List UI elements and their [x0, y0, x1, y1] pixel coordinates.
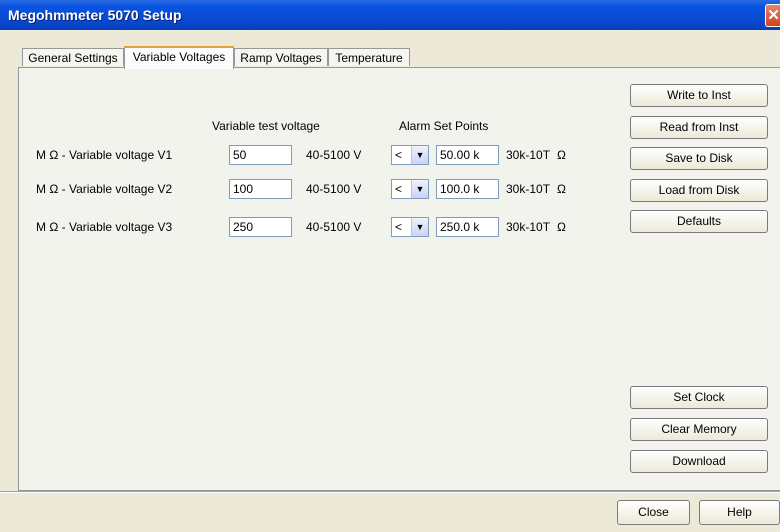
clear-memory-button[interactable]: Clear Memory	[630, 418, 768, 441]
alarm-input-v1[interactable]	[436, 145, 499, 165]
tab-variable-voltages[interactable]: Variable Voltages	[124, 46, 234, 69]
comparator-select-v1[interactable]: < ▼	[391, 145, 429, 165]
tab-general-settings[interactable]: General Settings	[22, 48, 124, 66]
read-from-inst-button[interactable]: Read from Inst	[630, 116, 768, 139]
row-label-v2: M Ω - Variable voltage V2	[36, 182, 173, 196]
comparator-select-v3[interactable]: < ▼	[391, 217, 429, 237]
load-from-disk-button[interactable]: Load from Disk	[630, 179, 768, 202]
chevron-down-icon[interactable]: ▼	[411, 218, 428, 236]
voltage-input-v3[interactable]	[229, 217, 292, 237]
alarm-set-points-header: Alarm Set Points	[399, 119, 489, 133]
comparator-value: <	[395, 182, 403, 196]
ohm-unit-v2: Ω	[557, 182, 566, 196]
write-to-inst-button[interactable]: Write to Inst	[630, 84, 768, 107]
close-button[interactable]: Close	[617, 500, 690, 525]
save-to-disk-button[interactable]: Save to Disk	[630, 147, 768, 170]
window-title: Megohmmeter 5070 Setup	[8, 7, 182, 23]
row-label-v1: M Ω - Variable voltage V1	[36, 148, 173, 162]
alarm-range-v2: 30k-10T	[506, 182, 551, 196]
comparator-value: <	[395, 148, 403, 162]
comparator-value: <	[395, 220, 403, 234]
voltage-range-v1: 40-5100 V	[306, 148, 362, 162]
tab-temperature[interactable]: Temperature	[328, 48, 410, 66]
download-button[interactable]: Download	[630, 450, 768, 473]
voltage-input-v2[interactable]	[229, 179, 292, 199]
footer-divider	[0, 491, 780, 493]
title-bar: Megohmmeter 5070 Setup ✕	[0, 0, 780, 30]
ohm-unit-v1: Ω	[557, 148, 566, 162]
chevron-down-icon[interactable]: ▼	[411, 180, 428, 198]
voltage-input-v1[interactable]	[229, 145, 292, 165]
defaults-button[interactable]: Defaults	[630, 210, 768, 233]
close-window-icon[interactable]: ✕	[765, 4, 780, 27]
chevron-down-icon[interactable]: ▼	[411, 146, 428, 164]
alarm-range-v1: 30k-10T	[506, 148, 551, 162]
alarm-input-v2[interactable]	[436, 179, 499, 199]
tab-ramp-voltages[interactable]: Ramp Voltages	[234, 48, 328, 66]
comparator-select-v2[interactable]: < ▼	[391, 179, 429, 199]
set-clock-button[interactable]: Set Clock	[630, 386, 768, 409]
test-voltage-header: Variable test voltage	[212, 119, 320, 133]
help-button[interactable]: Help	[699, 500, 780, 525]
voltage-range-v2: 40-5100 V	[306, 182, 362, 196]
row-label-v3: M Ω - Variable voltage V3	[36, 220, 173, 234]
alarm-input-v3[interactable]	[436, 217, 499, 237]
ohm-unit-v3: Ω	[557, 220, 566, 234]
alarm-range-v3: 30k-10T	[506, 220, 551, 234]
voltage-range-v3: 40-5100 V	[306, 220, 362, 234]
